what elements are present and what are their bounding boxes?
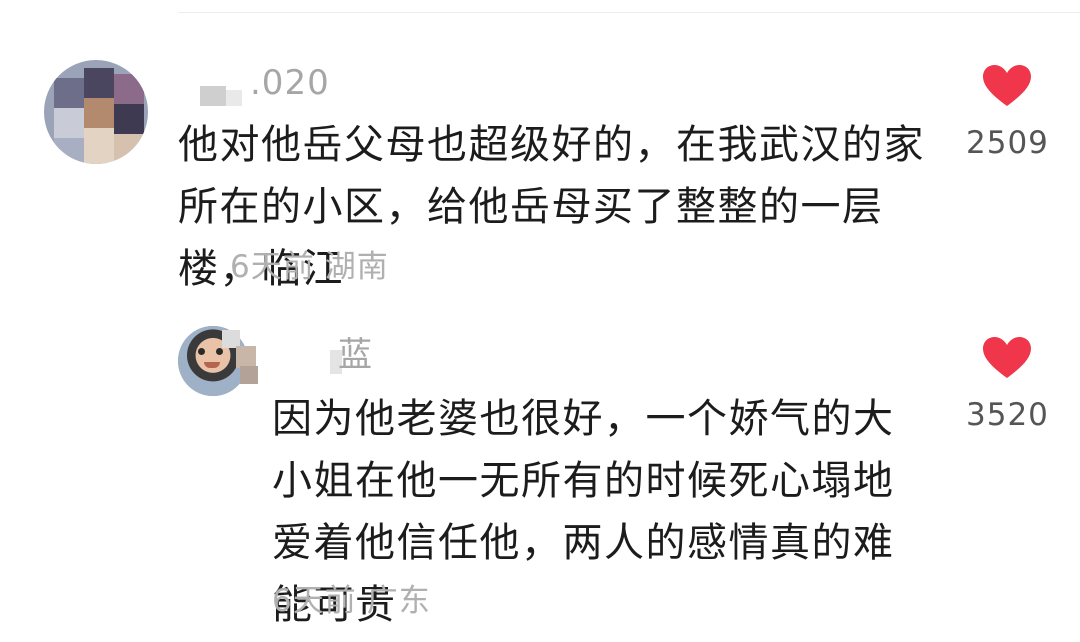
top-divider [178, 12, 1080, 13]
comment-location: 湖南 [324, 249, 389, 285]
like-count: 2509 [966, 125, 1049, 161]
reply-meta: 6天前 广东 [272, 586, 431, 617]
comment-username[interactable]: .020 [250, 66, 330, 100]
username-redaction [200, 86, 226, 106]
reply-avatar-redaction [240, 366, 258, 384]
reply-avatar-redaction [236, 346, 256, 368]
reply-username[interactable]: 蓝 [338, 338, 373, 372]
reply-like-heart-icon[interactable] [982, 336, 1032, 380]
comment-time: 6天前 [230, 249, 315, 285]
comment-meta: 6天前 湖南 [230, 252, 389, 283]
like-heart-icon[interactable] [982, 64, 1032, 108]
username-redaction [226, 90, 242, 106]
reply-location: 广东 [366, 583, 431, 619]
avatar[interactable] [44, 60, 148, 164]
reply-like-count: 3520 [966, 397, 1049, 433]
reply-time: 6天前 [272, 583, 357, 619]
